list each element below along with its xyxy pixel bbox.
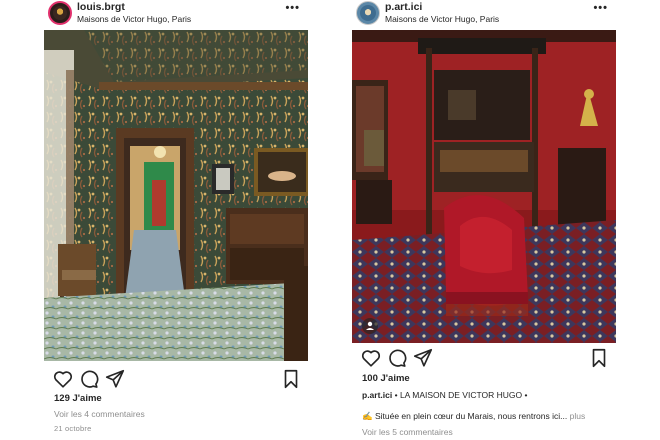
post-date: 21 octobre (54, 424, 92, 433)
caption-text: ✍️ Située en plein cœur du Marais, nous … (362, 411, 568, 421)
share-icon[interactable] (104, 368, 126, 390)
post-header: p.art.ici Maisons de Victor Hugo, Paris … (352, 0, 616, 30)
post-username[interactable]: louis.brgt (77, 1, 125, 13)
bookmark-icon[interactable] (280, 368, 302, 390)
view-comments-link[interactable]: Voir les 4 commentaires (54, 409, 145, 419)
heart-icon[interactable] (52, 368, 74, 390)
comment-icon[interactable] (78, 368, 100, 390)
post-actions (352, 347, 616, 369)
caption-line-2: ✍️ Située en plein cœur du Marais, nous … (362, 411, 585, 422)
post-header: louis.brgt Maisons de Victor Hugo, Paris… (44, 0, 308, 30)
caption-more-link[interactable]: plus (570, 411, 586, 421)
heart-icon[interactable] (360, 347, 382, 369)
avatar[interactable] (356, 1, 380, 25)
comment-icon[interactable] (386, 347, 408, 369)
post-louis-brgt: louis.brgt Maisons de Victor Hugo, Paris… (44, 0, 308, 433)
post-photo[interactable] (44, 30, 308, 361)
post-location[interactable]: Maisons de Victor Hugo, Paris (77, 14, 191, 24)
post-actions (44, 368, 308, 390)
avatar[interactable] (48, 1, 72, 25)
post-location[interactable]: Maisons de Victor Hugo, Paris (385, 14, 499, 24)
more-options-icon[interactable]: ••• (285, 2, 300, 14)
share-icon[interactable] (412, 347, 434, 369)
likes-count[interactable]: 129 J'aime (54, 393, 102, 404)
bedroom-interior-image (352, 30, 616, 343)
caption-title: • LA MAISON DE VICTOR HUGO • (394, 390, 528, 400)
post-photo[interactable] (352, 30, 616, 343)
view-comments-link[interactable]: Voir les 5 commentaires (362, 427, 453, 437)
caption-username[interactable]: p.art.ici (362, 390, 392, 400)
bookmark-icon[interactable] (588, 347, 610, 369)
post-p-art-ici: p.art.ici Maisons de Victor Hugo, Paris … (352, 0, 616, 437)
caption-line-1: p.art.ici • LA MAISON DE VICTOR HUGO • (362, 390, 527, 400)
likes-count[interactable]: 100 J'aime (362, 373, 410, 384)
post-username[interactable]: p.art.ici (385, 1, 422, 13)
more-options-icon[interactable]: ••• (593, 2, 608, 14)
salon-interior-image (44, 30, 308, 361)
